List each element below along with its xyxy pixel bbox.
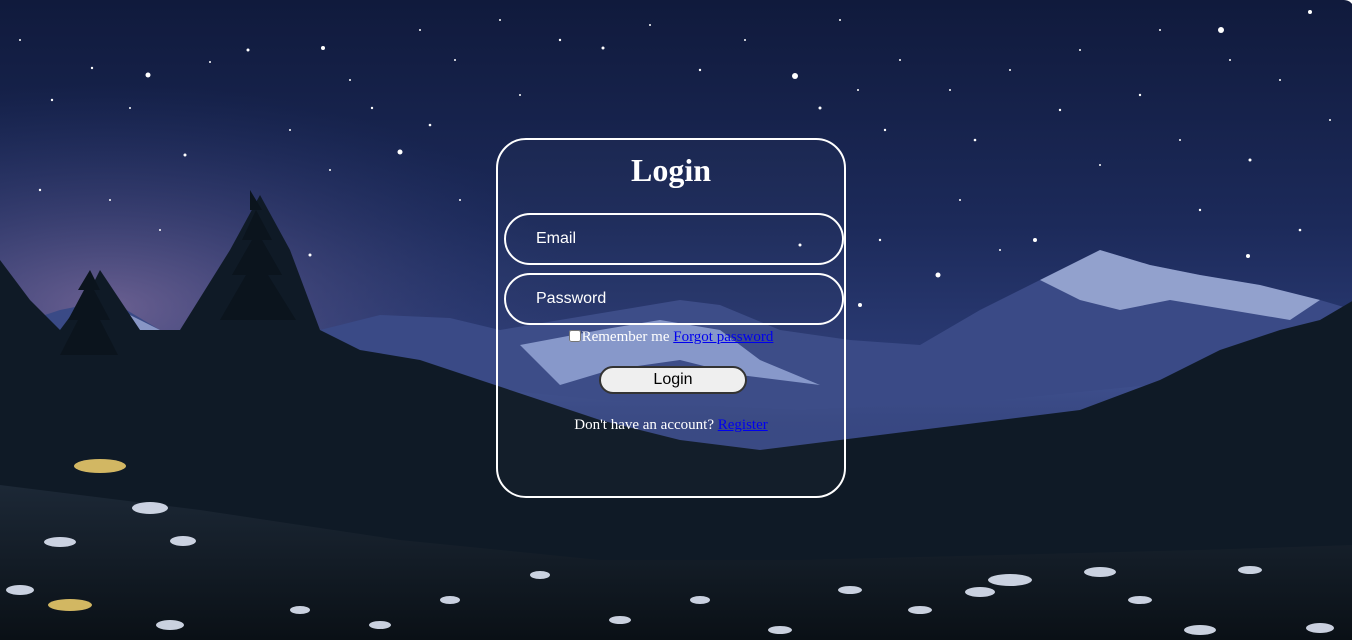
register-row: Don't have an account? Register	[498, 416, 844, 434]
email-input[interactable]	[504, 213, 844, 265]
login-button[interactable]: Login	[599, 366, 747, 394]
login-title: Login	[630, 152, 712, 188]
login-form: Login Remember me Forgot password Login …	[496, 138, 846, 498]
register-link[interactable]: Register	[718, 417, 768, 433]
remember-me-label: Remember me	[581, 329, 670, 345]
remember-row: Remember me Forgot password	[498, 328, 844, 346]
forgot-password-link[interactable]: Forgot password	[673, 329, 773, 345]
password-input[interactable]	[504, 273, 844, 325]
remember-me-checkbox[interactable]	[568, 330, 581, 342]
no-account-text: Don't have an account?	[574, 417, 718, 433]
